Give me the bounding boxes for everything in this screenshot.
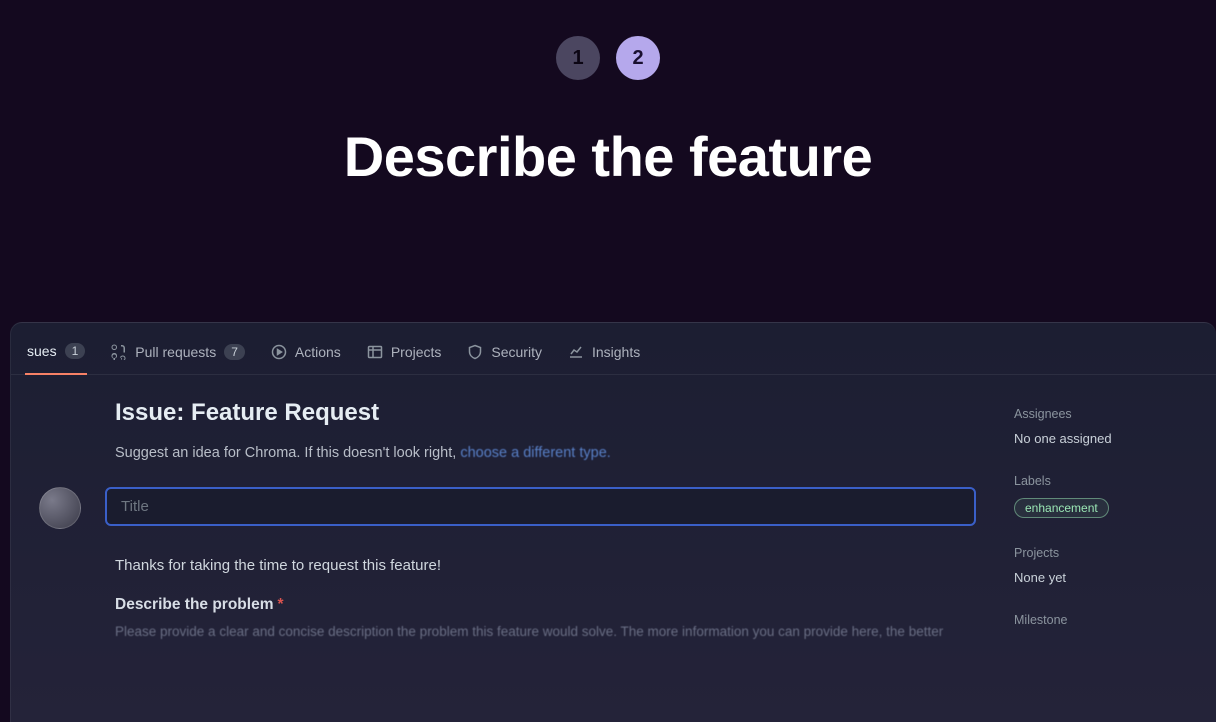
describe-problem-label: Describe the problem* [115, 596, 976, 614]
tab-pull-requests[interactable]: Pull requests 7 [109, 336, 247, 374]
issue-heading: Issue: Feature Request [115, 399, 976, 427]
tab-issues[interactable]: sues 1 [25, 335, 87, 375]
assignees-label: Assignees [1014, 407, 1196, 421]
issue-subtext: Suggest an idea for Chroma. If this does… [115, 445, 976, 461]
milestone-group[interactable]: Milestone [1014, 613, 1196, 627]
git-pull-request-icon [111, 344, 127, 360]
choose-different-type-link[interactable]: choose a different type. [460, 445, 610, 461]
issue-title-input[interactable] [105, 487, 976, 526]
step-2-badge: 2 [616, 36, 660, 80]
tab-projects[interactable]: Projects [365, 336, 444, 374]
tab-pulls-count: 7 [224, 344, 245, 360]
milestone-label: Milestone [1014, 613, 1196, 627]
issue-subtext-text: Suggest an idea for Chroma. If this does… [115, 445, 460, 461]
repo-tabs: sues 1 Pull requests 7 Actions Projects [11, 323, 1216, 375]
avatar [39, 487, 81, 529]
graph-icon [568, 344, 584, 360]
tab-security-label: Security [491, 344, 542, 360]
projects-group[interactable]: Projects None yet [1014, 546, 1196, 585]
tab-insights-label: Insights [592, 344, 640, 360]
required-asterisk: * [278, 596, 284, 613]
describe-problem-label-text: Describe the problem [115, 596, 274, 613]
tab-issues-count: 1 [65, 343, 86, 359]
hero-title: Describe the feature [0, 124, 1216, 189]
tab-security[interactable]: Security [465, 336, 544, 374]
describe-problem-help: Please provide a clear and concise descr… [115, 624, 976, 639]
tab-insights[interactable]: Insights [566, 336, 642, 374]
labels-group[interactable]: Labels enhancement [1014, 474, 1196, 518]
tab-issues-label: sues [27, 343, 57, 359]
label-chip-enhancement[interactable]: enhancement [1014, 498, 1109, 518]
tab-actions[interactable]: Actions [269, 336, 343, 374]
projects-sidebar-label: Projects [1014, 546, 1196, 560]
github-window: sues 1 Pull requests 7 Actions Projects [10, 322, 1216, 722]
labels-label: Labels [1014, 474, 1196, 488]
thanks-text: Thanks for taking the time to request th… [115, 557, 976, 574]
tab-projects-label: Projects [391, 344, 442, 360]
play-circle-icon [271, 344, 287, 360]
assignees-group[interactable]: Assignees No one assigned [1014, 407, 1196, 446]
shield-icon [467, 344, 483, 360]
projects-value: None yet [1014, 570, 1196, 585]
step-indicator: 1 2 [0, 36, 1216, 80]
issue-sidebar: Assignees No one assigned Labels enhance… [1006, 399, 1216, 655]
assignees-value: No one assigned [1014, 431, 1196, 446]
step-1-badge: 1 [556, 36, 600, 80]
tab-pulls-label: Pull requests [135, 344, 216, 360]
table-icon [367, 344, 383, 360]
tab-actions-label: Actions [295, 344, 341, 360]
